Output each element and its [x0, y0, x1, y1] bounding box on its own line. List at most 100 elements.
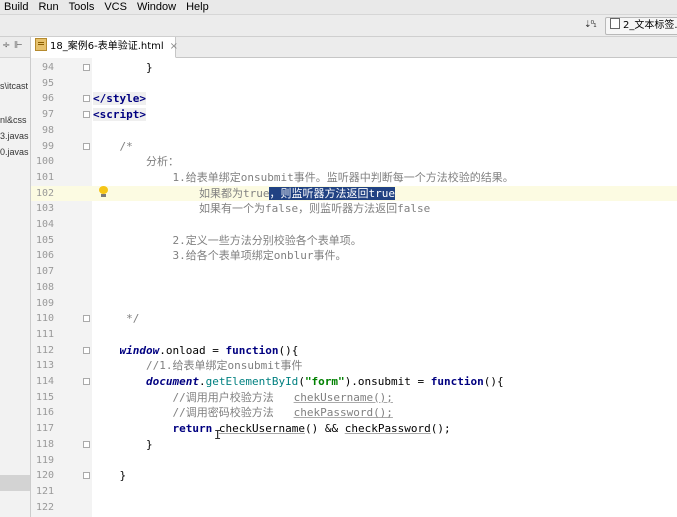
fold-marker-icon[interactable]	[83, 142, 90, 150]
fold-marker-icon[interactable]	[83, 111, 90, 119]
code-token: //调用密码校验方法	[93, 406, 294, 420]
line-number: 121	[35, 485, 54, 497]
code-line[interactable]: return checkUsername() && checkPassword(…	[93, 421, 451, 437]
code-token: (	[298, 375, 305, 388]
editor-tab-label: 18_案例6-表单验证.html	[50, 41, 164, 52]
code-line[interactable]: 如果有一个为false，则监听器方法返回false	[93, 201, 430, 217]
tree-item[interactable]: s\itcast	[0, 81, 28, 91]
code-token: 1.给表单绑定onsubmit事件。监听器中判断每一个方法校验的结果。	[93, 170, 514, 184]
code-token: </style>	[93, 92, 146, 106]
line-number: 116	[35, 407, 54, 419]
close-icon[interactable]: ×	[170, 41, 178, 52]
code-token: checkUsername	[218, 422, 305, 436]
code-line[interactable]: 3.给各个表单项绑定onblur事件。	[93, 248, 346, 264]
menu-tools[interactable]: Tools	[64, 1, 100, 14]
code-token: /*	[93, 139, 133, 153]
code-token: getElementById	[205, 375, 299, 388]
code-line[interactable]: 1.给表单绑定onsubmit事件。监听器中判断每一个方法校验的结果。	[93, 170, 514, 186]
sort-icon[interactable]: ⇣⁰₁	[584, 19, 598, 32]
code-token: }	[93, 437, 153, 451]
code-token: document	[145, 375, 199, 388]
line-number: 113	[35, 360, 54, 372]
fold-marker-icon[interactable]	[83, 95, 90, 103]
fold-marker-icon[interactable]	[83, 315, 90, 323]
fold-marker-icon[interactable]	[83, 440, 90, 448]
line-number: 112	[35, 344, 54, 356]
code-token: () &&	[304, 422, 345, 436]
line-number: 109	[35, 297, 54, 309]
code-token: .	[198, 375, 206, 388]
menu-bar: Build Run Tools VCS Window Help	[0, 0, 677, 15]
code-token: //1.给表单绑定onsubmit事件	[93, 359, 303, 373]
code-token: //调用用户校验方法	[93, 390, 294, 404]
code-line[interactable]: //调用密码校验方法 chekPassword();	[93, 405, 393, 421]
panel-settings-icon[interactable]: ÷	[2, 40, 10, 51]
code-token: 3.给各个表单项绑定onblur事件。	[93, 249, 347, 263]
menu-build[interactable]: Build	[0, 1, 33, 14]
code-token: ).onsubmit =	[344, 375, 431, 388]
menu-vcs[interactable]: VCS	[99, 1, 132, 14]
menu-run[interactable]: Run	[33, 1, 63, 14]
tree-item[interactable]: 0.javas	[0, 147, 29, 157]
line-number: 99	[41, 140, 54, 152]
code-line[interactable]: }	[93, 60, 153, 76]
line-number: 117	[35, 423, 54, 435]
line-number: 107	[35, 266, 54, 278]
code-token: }	[93, 469, 127, 483]
tree-item[interactable]: 3.javas	[0, 131, 29, 141]
fold-marker-icon[interactable]	[83, 378, 90, 385]
line-number: 104	[35, 219, 54, 230]
code-token: checkPassword	[344, 422, 431, 436]
code-line[interactable]: /*	[93, 139, 133, 155]
fold-marker-icon[interactable]	[83, 64, 90, 71]
menu-window[interactable]: Window	[132, 1, 181, 14]
code-token: (){	[483, 375, 504, 388]
code-editor[interactable]	[92, 58, 677, 517]
panel-collapse-icon[interactable]: ⊩	[14, 40, 23, 51]
code-line[interactable]: 2.定义一些方法分别校验各个表单项。	[93, 233, 362, 249]
code-line[interactable]: window.onload = function(){	[93, 343, 299, 359]
code-token: ，则监听器方法返回true	[269, 186, 395, 200]
code-token: 2.定义一些方法分别校验各个表单项。	[93, 233, 362, 247]
lightbulb-icon[interactable]	[99, 186, 108, 197]
code-line[interactable]: 如果都为true，则监听器方法返回true	[93, 186, 395, 202]
toolbar: ⇣⁰₁ 2_文本标签.h	[0, 15, 677, 37]
code-line[interactable]: //调用用户校验方法 chekUsername();	[93, 390, 392, 406]
project-panel: ÷ ⊩ s\itcast nl&css 3.javas 0.javas	[0, 37, 31, 517]
code-line[interactable]: */	[93, 311, 139, 327]
code-token: }	[93, 61, 153, 74]
tree-selected-row[interactable]	[0, 475, 30, 491]
code-token: "form"	[304, 375, 345, 388]
project-panel-header: ÷ ⊩	[0, 37, 30, 58]
line-number: 115	[35, 391, 54, 403]
line-number: 120	[35, 470, 54, 482]
code-line[interactable]: }	[93, 468, 126, 484]
line-number: 105	[35, 234, 54, 246]
code-token: ();	[430, 422, 451, 436]
line-number: 100	[35, 156, 54, 168]
fold-marker-icon[interactable]	[83, 472, 90, 480]
code-line[interactable]: //1.给表单绑定onsubmit事件	[93, 358, 302, 374]
fold-marker-icon[interactable]	[83, 346, 90, 354]
code-line[interactable]: 分析：	[93, 154, 179, 170]
code-line[interactable]: }	[93, 437, 153, 453]
line-number: 96	[41, 93, 54, 105]
code-token: */	[93, 312, 140, 326]
code-line[interactable]: document.getElementById("form").onsubmit…	[93, 374, 504, 390]
menu-help[interactable]: Help	[181, 1, 214, 14]
code-line[interactable]: <script>	[93, 107, 146, 123]
line-number: 114	[35, 376, 54, 387]
code-line[interactable]: </style>	[93, 91, 146, 107]
code-token: window	[119, 343, 160, 357]
code-token: 如果有一个为false，则监听器方法返回false	[93, 202, 431, 216]
line-number: 119	[35, 454, 54, 466]
line-number: 97	[41, 109, 54, 121]
run-config-dropdown[interactable]: 2_文本标签.h	[605, 17, 677, 35]
line-number: 94	[41, 62, 54, 73]
code-token: chekPassword();	[293, 406, 393, 420]
tree-item[interactable]: nl&css	[0, 115, 27, 125]
editor-tab[interactable]: 18_案例6-表单验证.html ×	[31, 37, 178, 58]
